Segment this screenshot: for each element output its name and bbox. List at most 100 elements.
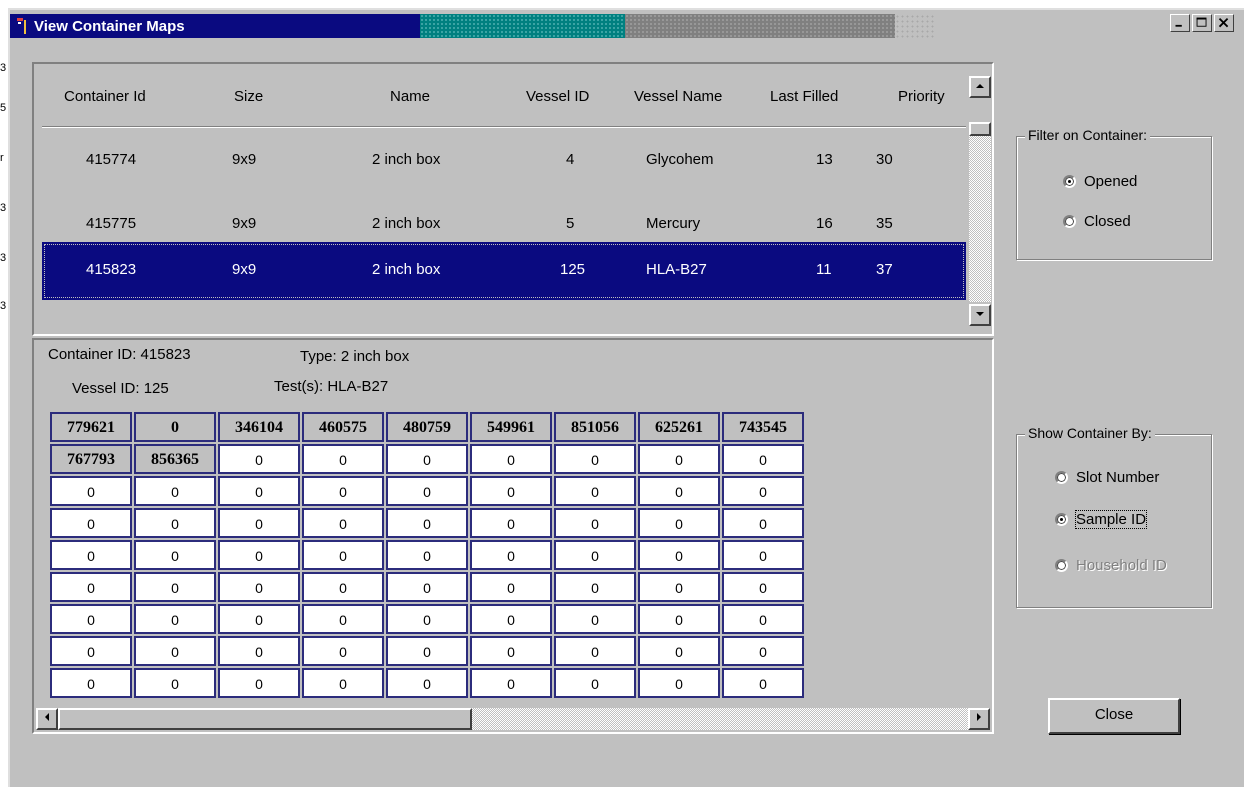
map-slot[interactable]: 460575 (302, 412, 384, 442)
col-header-vessel-name[interactable]: Vessel Name (634, 68, 722, 126)
map-slot[interactable]: 0 (638, 444, 720, 474)
map-slot[interactable]: 0 (554, 572, 636, 602)
radio-slot-number[interactable]: Slot Number (1055, 469, 1159, 486)
map-slot[interactable]: 0 (638, 508, 720, 538)
map-slot[interactable]: 0 (470, 508, 552, 538)
map-slot[interactable]: 0 (302, 636, 384, 666)
map-slot[interactable]: 0 (722, 508, 804, 538)
col-header-container-id[interactable]: Container Id (64, 68, 146, 126)
map-slot[interactable]: 0 (134, 412, 216, 442)
scroll-left-button[interactable] (36, 708, 58, 730)
map-slot[interactable]: 0 (470, 540, 552, 570)
map-slot[interactable]: 0 (386, 540, 468, 570)
map-slot[interactable]: 0 (218, 444, 300, 474)
map-slot[interactable]: 0 (638, 636, 720, 666)
map-slot[interactable]: 0 (134, 476, 216, 506)
col-header-last-filled[interactable]: Last Filled (770, 68, 838, 126)
map-slot[interactable]: 0 (302, 444, 384, 474)
map-slot[interactable]: 0 (302, 572, 384, 602)
map-slot[interactable]: 0 (722, 444, 804, 474)
map-slot[interactable]: 346104 (218, 412, 300, 442)
map-slot[interactable]: 0 (470, 572, 552, 602)
map-slot[interactable]: 856365 (134, 444, 216, 474)
map-slot[interactable]: 0 (386, 636, 468, 666)
map-slot[interactable]: 0 (218, 604, 300, 634)
map-slot[interactable]: 0 (638, 604, 720, 634)
map-slot[interactable]: 0 (134, 540, 216, 570)
map-slot[interactable]: 0 (386, 476, 468, 506)
col-header-size[interactable]: Size (234, 68, 263, 126)
minimize-button[interactable] (1170, 14, 1190, 32)
map-slot[interactable]: 0 (302, 668, 384, 698)
map-slot[interactable]: 743545 (722, 412, 804, 442)
horizontal-scrollbar[interactable] (36, 708, 990, 730)
map-slot[interactable]: 0 (722, 636, 804, 666)
map-slot[interactable]: 0 (722, 540, 804, 570)
map-slot[interactable]: 0 (302, 508, 384, 538)
map-slot[interactable]: 0 (218, 508, 300, 538)
map-slot[interactable]: 0 (386, 444, 468, 474)
col-header-vessel-id[interactable]: Vessel ID (526, 68, 589, 126)
col-header-priority[interactable]: Priority (898, 68, 945, 126)
map-slot[interactable]: 0 (638, 540, 720, 570)
map-slot[interactable]: 0 (50, 476, 132, 506)
maximize-button[interactable] (1192, 14, 1212, 32)
map-slot[interactable]: 0 (638, 668, 720, 698)
map-slot[interactable]: 0 (50, 508, 132, 538)
radio-opened[interactable]: Opened (1063, 173, 1137, 190)
map-slot[interactable]: 0 (134, 572, 216, 602)
map-slot[interactable]: 0 (554, 636, 636, 666)
map-slot[interactable]: 0 (134, 604, 216, 634)
map-slot[interactable]: 0 (50, 572, 132, 602)
map-slot[interactable]: 0 (218, 636, 300, 666)
table-row[interactable]: 415774 9x9 2 inch box 4 Glycohem 13 30 (42, 128, 966, 192)
map-slot[interactable]: 0 (554, 668, 636, 698)
radio-closed[interactable]: Closed (1063, 213, 1131, 230)
map-slot[interactable]: 0 (50, 540, 132, 570)
map-slot[interactable]: 0 (470, 636, 552, 666)
map-slot[interactable]: 480759 (386, 412, 468, 442)
map-slot[interactable]: 0 (554, 476, 636, 506)
map-slot[interactable]: 0 (302, 540, 384, 570)
map-slot[interactable]: 0 (302, 476, 384, 506)
map-slot[interactable]: 0 (218, 540, 300, 570)
map-slot[interactable]: 0 (470, 604, 552, 634)
map-slot[interactable]: 0 (218, 476, 300, 506)
scroll-down-button[interactable] (969, 304, 991, 326)
map-slot[interactable]: 0 (554, 508, 636, 538)
map-slot[interactable]: 625261 (638, 412, 720, 442)
map-slot[interactable]: 0 (470, 444, 552, 474)
map-slot[interactable]: 0 (554, 444, 636, 474)
map-slot[interactable]: 0 (50, 636, 132, 666)
scroll-right-button[interactable] (968, 708, 990, 730)
map-slot[interactable]: 0 (470, 476, 552, 506)
map-slot[interactable]: 779621 (50, 412, 132, 442)
map-slot[interactable]: 0 (638, 476, 720, 506)
scroll-thumb-horizontal[interactable] (58, 708, 472, 730)
map-slot[interactable]: 0 (386, 604, 468, 634)
map-slot[interactable]: 0 (134, 508, 216, 538)
map-slot[interactable]: 0 (722, 572, 804, 602)
map-slot[interactable]: 0 (554, 540, 636, 570)
map-slot[interactable]: 0 (302, 604, 384, 634)
close-button[interactable]: Close (1048, 698, 1180, 734)
map-slot[interactable]: 0 (218, 668, 300, 698)
map-slot[interactable]: 0 (134, 668, 216, 698)
radio-sample-id[interactable]: Sample ID (1055, 510, 1148, 529)
map-slot[interactable]: 0 (638, 572, 720, 602)
map-slot[interactable]: 0 (134, 636, 216, 666)
map-slot[interactable]: 0 (50, 604, 132, 634)
map-slot[interactable]: 0 (722, 604, 804, 634)
map-slot[interactable]: 0 (50, 668, 132, 698)
scroll-thumb[interactable] (969, 122, 991, 136)
table-row-selected[interactable]: 415823 9x9 2 inch box 125 HLA-B27 11 37 (42, 242, 966, 300)
map-slot[interactable]: 0 (470, 668, 552, 698)
map-slot[interactable]: 0 (218, 572, 300, 602)
map-slot[interactable]: 0 (386, 668, 468, 698)
title-bar[interactable]: View Container Maps (10, 10, 1234, 40)
map-slot[interactable]: 549961 (470, 412, 552, 442)
map-slot[interactable]: 851056 (554, 412, 636, 442)
map-slot[interactable]: 0 (722, 476, 804, 506)
map-slot[interactable]: 0 (722, 668, 804, 698)
map-slot[interactable]: 0 (386, 508, 468, 538)
